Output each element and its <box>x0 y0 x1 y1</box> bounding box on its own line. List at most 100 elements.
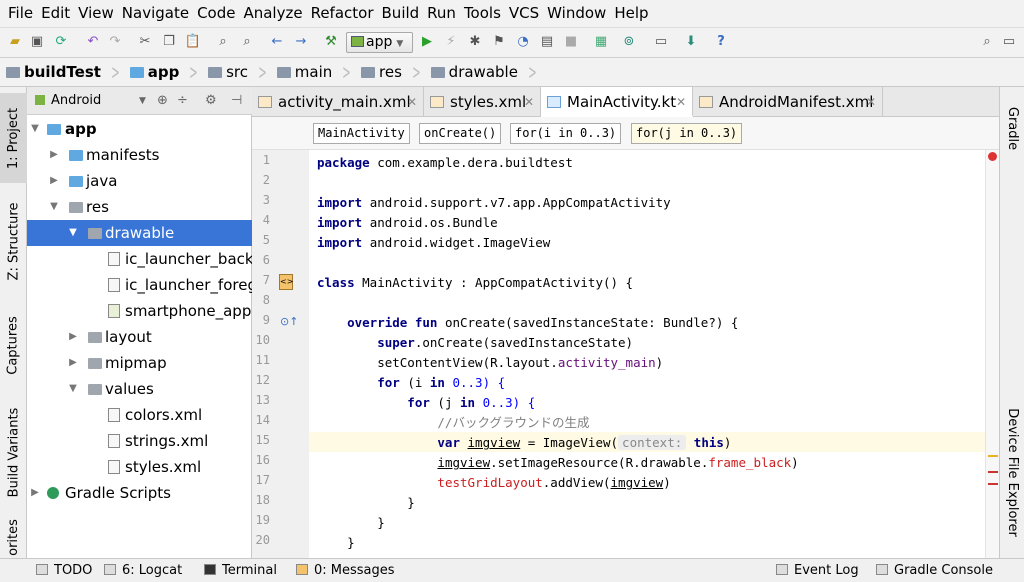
save-icon[interactable]: ▣ <box>28 33 46 51</box>
tab-project[interactable]: 1: Project <box>0 93 27 183</box>
stop-icon[interactable]: ■ <box>562 33 580 51</box>
tree-node-file[interactable]: smartphone_app.p <box>27 298 252 324</box>
menu-analyze[interactable]: Analyze <box>239 0 306 27</box>
find-icon[interactable]: ⌕ <box>214 33 232 51</box>
breadcrumb-src[interactable]: src > <box>208 58 277 87</box>
paste-icon[interactable]: 📋 <box>184 33 202 51</box>
close-icon[interactable]: ✕ <box>407 87 417 117</box>
code-crumb[interactable]: MainActivity <box>313 123 410 144</box>
tab-structure[interactable]: Z: Structure <box>0 191 27 291</box>
tab-gradle[interactable]: Gradle <box>1000 93 1024 163</box>
override-gutter-icon[interactable]: ⊙↑ <box>280 315 298 328</box>
replace-icon[interactable]: ⌕ <box>238 33 256 51</box>
run-configuration-dropdown[interactable]: app ▼ <box>346 32 413 53</box>
tree-node-values[interactable]: ▼ values <box>27 376 252 402</box>
view-mode-selector[interactable]: Android <box>51 93 101 108</box>
tree-node-layout[interactable]: ▶ layout <box>27 324 252 350</box>
tree-node-java[interactable]: ▶ java <box>27 168 252 194</box>
tree-node-drawable[interactable]: ▼ drawable <box>27 220 252 246</box>
gear-icon[interactable]: ⚙ <box>205 87 217 115</box>
settings-icon[interactable]: ▭ <box>1000 33 1018 51</box>
tab-device-file-explorer[interactable]: Device File Explorer <box>1000 397 1024 547</box>
menu-run[interactable]: Run <box>423 0 460 27</box>
messages-button[interactable]: 0: Messages <box>296 559 395 582</box>
menu-build[interactable]: Build <box>378 0 424 27</box>
error-marker[interactable] <box>988 483 998 485</box>
help-icon[interactable]: ? <box>712 33 730 51</box>
project-structure-icon[interactable]: ▭ <box>652 33 670 51</box>
gradle-console-button[interactable]: Gradle Console <box>876 559 993 582</box>
tree-node-file[interactable]: ic_launcher_backg <box>27 246 252 272</box>
undo-icon[interactable]: ↶ <box>84 33 102 51</box>
tree-node-file[interactable]: styles.xml <box>27 454 252 480</box>
hide-icon[interactable]: ⊣ <box>231 87 242 115</box>
forward-icon[interactable]: → <box>292 33 310 51</box>
code-crumb[interactable]: for(i in 0..3) <box>510 123 622 144</box>
tab-captures[interactable]: Captures <box>0 305 27 385</box>
tree-node-file[interactable]: colors.xml <box>27 402 252 428</box>
redo-icon[interactable]: ↷ <box>106 33 124 51</box>
menu-view[interactable]: View <box>74 0 118 27</box>
debug-icon[interactable]: ✱ <box>466 33 484 51</box>
code-crumb-active[interactable]: for(j in 0..3) <box>631 123 743 144</box>
class-gutter-icon[interactable]: <> <box>279 274 293 290</box>
warning-marker[interactable] <box>988 455 998 457</box>
close-icon[interactable]: ✕ <box>676 87 686 117</box>
search-everywhere-icon[interactable]: ⌕ <box>978 33 996 51</box>
menu-file[interactable]: File <box>4 0 37 27</box>
editor-scrollbar[interactable] <box>985 150 999 558</box>
menu-window[interactable]: Window <box>543 0 610 27</box>
sync-gradle-icon[interactable]: ⊚ <box>620 33 638 51</box>
cut-icon[interactable]: ✂ <box>136 33 154 51</box>
error-marker[interactable] <box>988 471 998 473</box>
make-project-icon[interactable]: ⚒ <box>322 33 340 51</box>
event-log-button[interactable]: Event Log <box>776 559 859 582</box>
error-indicator-icon[interactable] <box>988 152 997 161</box>
menu-help[interactable]: Help <box>610 0 652 27</box>
sync-icon[interactable]: ⟳ <box>52 33 70 51</box>
breadcrumb-drawable[interactable]: drawable > <box>430 58 547 87</box>
tab-androidmanifest-xml[interactable]: AndroidManifest.xml ✕ <box>693 87 883 117</box>
tab-favorites[interactable]: orites <box>0 517 27 558</box>
menu-navigate[interactable]: Navigate <box>118 0 193 27</box>
apply-changes-icon[interactable]: ⚡ <box>442 33 460 51</box>
menu-tools[interactable]: Tools <box>460 0 505 27</box>
tree-node-gradle-scripts[interactable]: ▶ Gradle Scripts <box>27 480 252 506</box>
close-icon[interactable]: ✕ <box>866 87 876 117</box>
terminal-button[interactable]: Terminal <box>204 559 277 582</box>
chevron-down-icon[interactable]: ▼ <box>139 87 146 115</box>
breadcrumb-main[interactable]: main > <box>276 58 361 87</box>
open-icon[interactable]: ▰ <box>6 33 24 51</box>
menu-refactor[interactable]: Refactor <box>307 0 378 27</box>
menu-edit[interactable]: Edit <box>37 0 74 27</box>
breadcrumb-app[interactable]: app > <box>129 58 208 87</box>
tree-node-mipmap[interactable]: ▶ mipmap <box>27 350 252 376</box>
tree-node-manifests[interactable]: ▶ manifests <box>27 142 252 168</box>
close-icon[interactable]: ✕ <box>524 87 534 117</box>
logcat-button[interactable]: 6: Logcat <box>104 559 182 582</box>
tree-node-res[interactable]: ▼ res <box>27 194 252 220</box>
target-icon[interactable]: ⊕ <box>157 87 168 115</box>
breadcrumb-project[interactable]: buildTest > <box>6 58 130 87</box>
code-crumb[interactable]: onCreate() <box>419 123 502 144</box>
tree-node-file[interactable]: ic_launcher_foreg <box>27 272 252 298</box>
menu-vcs[interactable]: VCS <box>505 0 543 27</box>
collapse-icon[interactable]: ÷ <box>177 87 188 115</box>
code-editor[interactable]: package com.example.dera.buildtest impor… <box>309 150 985 558</box>
menu-code[interactable]: Code <box>193 0 239 27</box>
tab-styles-xml[interactable]: styles.xml ✕ <box>424 87 541 117</box>
todo-button[interactable]: TODO <box>36 559 92 582</box>
tab-build-variants[interactable]: Build Variants <box>0 397 27 507</box>
attach-debugger-icon[interactable]: ⚑ <box>490 33 508 51</box>
back-icon[interactable]: ← <box>268 33 286 51</box>
run-icon[interactable]: ▶ <box>418 33 436 51</box>
tree-node-file[interactable]: strings.xml <box>27 428 252 454</box>
coverage-icon[interactable]: ▤ <box>538 33 556 51</box>
copy-icon[interactable]: ❐ <box>160 33 178 51</box>
breadcrumb-res[interactable]: res > <box>361 58 431 87</box>
tab-activity-main-xml[interactable]: activity_main.xml ✕ <box>252 87 424 117</box>
avd-manager-icon[interactable]: ▦ <box>592 33 610 51</box>
sdk-manager-icon[interactable]: ⬇ <box>682 33 700 51</box>
tree-node-app[interactable]: ▼ app <box>27 116 252 142</box>
tab-mainactivity-kt[interactable]: MainActivity.kt ✕ <box>541 87 693 117</box>
